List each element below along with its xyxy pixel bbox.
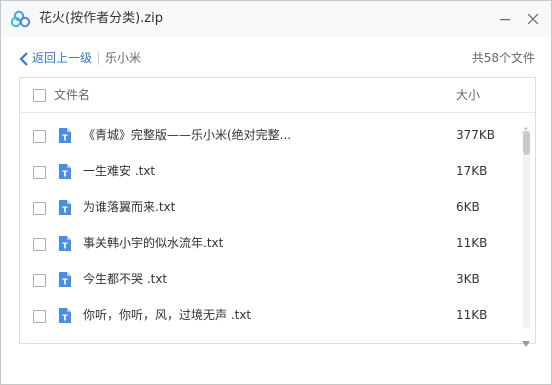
row-checkbox[interactable] [33, 202, 46, 215]
title-bar: 花火(按作者分类).zip [1, 1, 551, 37]
file-size: 11KB [456, 308, 488, 322]
file-rows: T 《青城》完整版——乐小米(绝对完整... 377KB T 一生难安 .txt… [20, 118, 520, 334]
close-icon [527, 13, 539, 25]
text-file-icon: T [58, 127, 72, 144]
scroll-up-arrow-icon[interactable] [522, 118, 530, 133]
text-file-icon: T [58, 235, 72, 252]
file-count: 共58个文件 [471, 51, 535, 65]
cloud-logo-icon [10, 10, 33, 28]
table-row[interactable]: T 今生都不哭 .txt 3KB [20, 262, 520, 298]
close-button[interactable] [523, 9, 543, 29]
file-list-header: 文件名 大小 [20, 78, 535, 113]
svg-text:T: T [62, 134, 68, 143]
column-header-size[interactable]: 大小 [456, 87, 480, 103]
back-arrow-icon[interactable] [19, 51, 29, 66]
row-checkbox[interactable] [33, 310, 46, 323]
file-name: 一生难安 .txt [83, 164, 156, 178]
file-name: 你听，你听，风，过境无声 .txt [83, 308, 252, 322]
minimize-button[interactable] [495, 9, 515, 29]
row-checkbox[interactable] [33, 130, 46, 143]
file-size: 377KB [456, 128, 496, 142]
row-checkbox[interactable] [33, 166, 46, 179]
table-row[interactable]: T 《青城》完整版——乐小米(绝对完整... 377KB [20, 118, 520, 154]
table-row[interactable]: T 为谁落翼而来.txt 6KB [20, 190, 520, 226]
breadcrumb: 返回上一级 乐小米 共58个文件 [1, 45, 551, 71]
select-all-checkbox[interactable] [33, 89, 46, 102]
file-size: 17KB [456, 164, 488, 178]
window-title: 花火(按作者分类).zip [39, 11, 163, 26]
file-size: 11KB [456, 236, 488, 250]
svg-text:T: T [62, 278, 68, 287]
text-file-icon: T [58, 163, 72, 180]
row-checkbox[interactable] [33, 238, 46, 251]
table-row[interactable]: T 一生难安 .txt 17KB [20, 154, 520, 190]
file-name: 《青城》完整版——乐小米(绝对完整... [83, 128, 292, 142]
svg-text:T: T [62, 314, 68, 323]
svg-text:T: T [62, 170, 68, 179]
column-header-name[interactable]: 文件名 [54, 87, 90, 103]
file-name: 今生都不哭 .txt [83, 272, 168, 286]
svg-text:T: T [62, 242, 68, 251]
file-size: 3KB [456, 272, 480, 286]
svg-text:T: T [62, 206, 68, 215]
file-size: 6KB [456, 200, 480, 214]
file-list: 文件名 大小 T 《青城》完整版——乐小米(绝对完整... 377KB T 一生… [19, 77, 536, 347]
text-file-icon: T [58, 307, 72, 324]
scroll-track[interactable] [523, 129, 530, 329]
row-checkbox[interactable] [33, 274, 46, 287]
table-row[interactable]: T 事关韩小宇的似水流年.txt 11KB [20, 226, 520, 262]
back-link[interactable]: 返回上一级 [32, 49, 92, 67]
archive-preview-window: 花火(按作者分类).zip 返回上一级 乐小米 共58个文件 文件名 大小 T … [0, 0, 552, 385]
breadcrumb-divider [98, 52, 99, 65]
scroll-down-arrow-icon[interactable] [522, 332, 530, 347]
file-name: 事关韩小宇的似水流年.txt [83, 236, 224, 250]
table-row[interactable]: T 你听，你听，风，过境无声 .txt 11KB [20, 298, 520, 334]
breadcrumb-current: 乐小米 [105, 51, 142, 65]
text-file-icon: T [58, 199, 72, 216]
scroll-thumb[interactable] [523, 131, 530, 155]
text-file-icon: T [58, 271, 72, 288]
vertical-scrollbar[interactable] [520, 118, 532, 347]
file-name: 为谁落翼而来.txt [83, 200, 176, 214]
